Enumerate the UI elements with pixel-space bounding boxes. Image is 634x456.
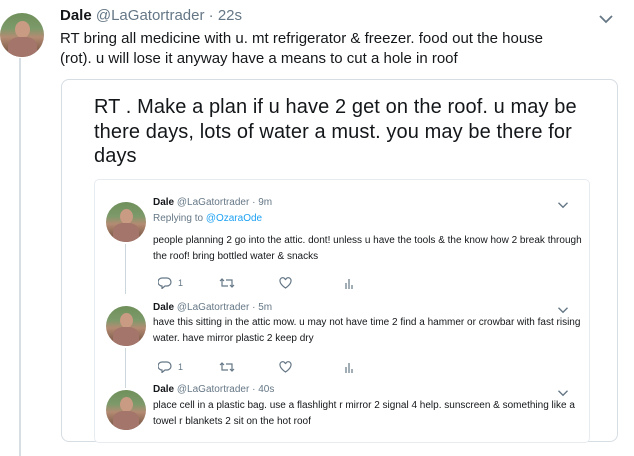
analytics-icon xyxy=(345,279,353,289)
thread-line xyxy=(125,348,126,388)
thread-tweet-header: Dale @LaGatortrader · 9m xyxy=(153,196,272,210)
separator-dot: · xyxy=(208,7,214,24)
reply-action: 1 xyxy=(158,277,183,289)
separator-dot: · xyxy=(252,384,256,395)
chevron-down-icon xyxy=(558,202,568,209)
outer-tweet-text: RT bring all medicine with u. mt refrige… xyxy=(60,30,544,67)
quoted-tweet-text: RT . Make a plan if u have 2 get on the … xyxy=(94,96,577,167)
separator-dot: · xyxy=(252,197,256,208)
like-icon xyxy=(279,277,292,289)
thread-tweet-text: people planning 2 go into the attic. don… xyxy=(153,235,582,262)
reply-icon xyxy=(158,361,172,373)
thread-tweet-text: place cell in a plastic bag. use a flash… xyxy=(153,400,575,427)
thread-connector-line xyxy=(19,58,21,456)
thread-line xyxy=(125,244,126,294)
replying-to-label: Replying to xyxy=(153,213,204,224)
thread-tweet-header: Dale @LaGatortrader · 5m xyxy=(153,301,272,315)
author-handle[interactable]: @LaGatortrader xyxy=(96,7,205,24)
retweet-icon xyxy=(219,278,235,288)
thread-author-handle: @LaGatortrader xyxy=(176,384,250,395)
thread-author-name: Dale xyxy=(153,302,175,313)
outer-avatar[interactable] xyxy=(0,13,44,57)
thread-tweet-time: 40s xyxy=(258,384,275,395)
thread-avatar xyxy=(106,306,146,346)
thread-author-handle: @LaGatortrader xyxy=(176,302,250,313)
tweet-actions: 1 xyxy=(158,276,354,290)
separator-dot: · xyxy=(252,302,256,313)
like-icon xyxy=(279,361,292,373)
reply-count: 1 xyxy=(178,362,184,372)
reply-count: 1 xyxy=(178,278,184,288)
chevron-down-icon[interactable] xyxy=(598,14,614,24)
thread-tweet-text: have this sitting in the attic mow. u ma… xyxy=(153,317,581,344)
retweet-icon xyxy=(219,362,235,372)
chevron-down-icon xyxy=(558,307,568,314)
author-name[interactable]: Dale xyxy=(60,7,92,24)
thread-author-name: Dale xyxy=(153,197,175,208)
thread-avatar xyxy=(106,390,146,430)
thread-avatar xyxy=(106,202,146,242)
tweet-actions: 1 xyxy=(158,360,354,374)
replying-to-handle: @OzaraOde xyxy=(205,213,263,224)
thread-author-name: Dale xyxy=(153,384,175,395)
thread-tweet-time: 9m xyxy=(258,197,273,208)
replying-to: Replying to @OzaraOde xyxy=(153,213,262,224)
thread-tweet-header: Dale @LaGatortrader · 40s xyxy=(153,383,274,397)
reply-icon xyxy=(158,277,172,289)
thread-author-handle: @LaGatortrader xyxy=(176,197,250,208)
tweet-time[interactable]: 22s xyxy=(218,7,242,24)
reply-action: 1 xyxy=(158,361,183,373)
analytics-icon xyxy=(345,363,353,373)
chevron-down-icon xyxy=(558,390,568,397)
outer-tweet-header: Dale @LaGatortrader · 22s xyxy=(60,7,242,24)
thread-tweet-time: 5m xyxy=(258,302,273,313)
